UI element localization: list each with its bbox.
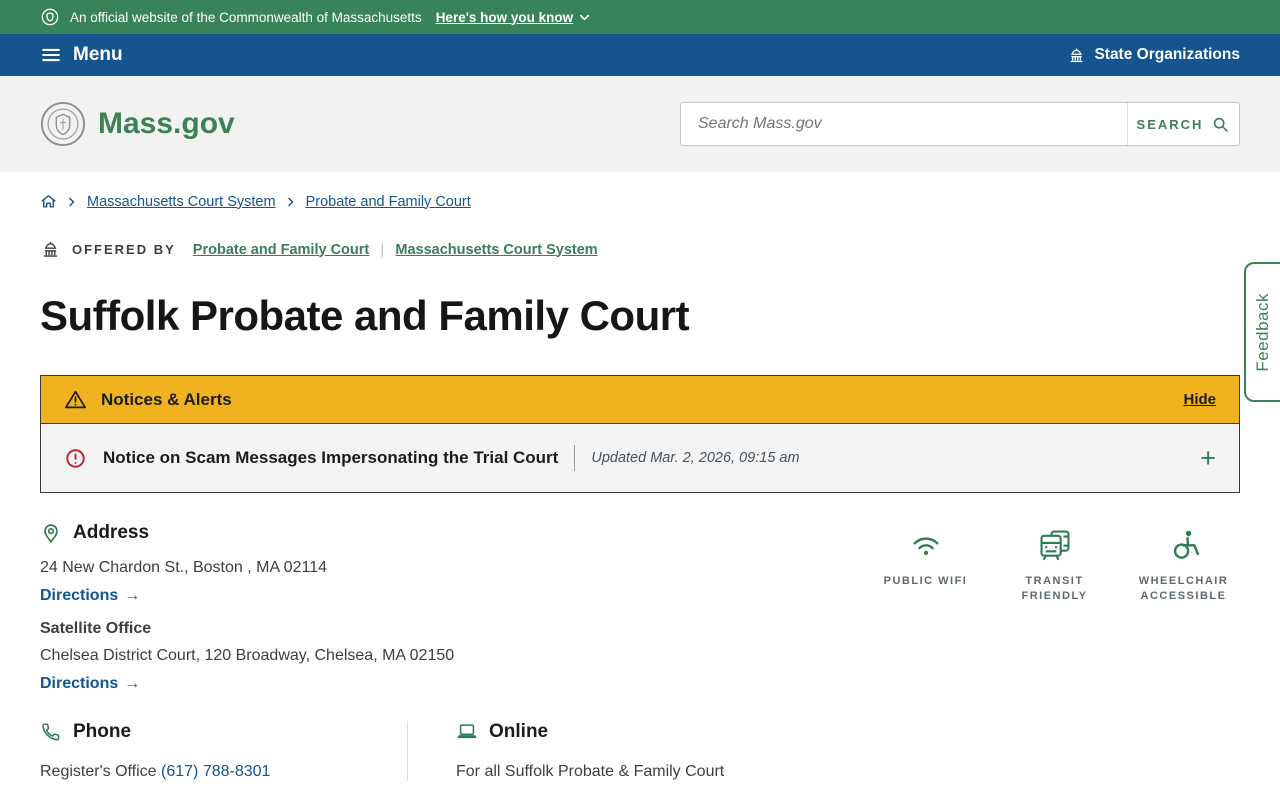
notices-alerts: Notices & Alerts Hide Notice on Scam Mes…	[40, 375, 1240, 493]
menu-button[interactable]: Menu	[40, 44, 123, 66]
amenity-transit-friendly: TRANSIT FRIENDLY	[1002, 528, 1107, 693]
offered-by-link-probate[interactable]: Probate and Family Court	[193, 242, 369, 258]
amenities: PUBLIC WIFI TRANSIT FRIENDLY WHEELCHAIR …	[873, 528, 1240, 693]
state-organizations-link[interactable]: State Organizations	[1067, 46, 1240, 65]
massgov-logo[interactable]: Mass.gov	[40, 101, 235, 147]
directions-link-satellite[interactable]: Directions →	[40, 675, 140, 693]
official-banner-text: An official website of the Commonwealth …	[70, 9, 422, 25]
official-banner: An official website of the Commonwealth …	[0, 0, 1280, 34]
phone-heading: Phone	[40, 721, 407, 743]
statehouse-icon	[1071, 48, 1083, 62]
search-bar: SEARCH	[680, 102, 1240, 146]
state-seal-icon	[40, 7, 60, 27]
offered-by-link-court-system[interactable]: Massachusetts Court System	[395, 242, 597, 258]
amenity-public-wifi: PUBLIC WIFI	[873, 528, 978, 693]
logo-text: Mass.gov	[98, 107, 235, 140]
feedback-tab-label: Feedback	[1253, 292, 1272, 372]
satellite-office-line: Chelsea District Court, 120 Broadway, Ch…	[40, 647, 455, 664]
arrow-right-icon: →	[124, 675, 141, 692]
laptop-icon	[457, 724, 477, 739]
notice-updated: Updated Mar. 2, 2026, 09:15 am	[591, 450, 800, 466]
divider: |	[380, 240, 385, 258]
divider	[574, 445, 576, 471]
warning-triangle-icon	[65, 390, 86, 409]
transit-icon	[1039, 530, 1070, 561]
breadcrumb-link-court-system[interactable]: Massachusetts Court System	[87, 194, 276, 210]
arrow-right-icon: →	[124, 587, 141, 604]
offered-by-label: OFFERED BY	[72, 242, 176, 257]
main-content: Massachusetts Court System Probate and F…	[0, 193, 1280, 781]
map-pin-icon	[44, 524, 58, 544]
address-line: 24 New Chardon St., Boston , MA 02114	[40, 559, 327, 576]
breadcrumb: Massachusetts Court System Probate and F…	[40, 193, 1240, 210]
wheelchair-icon	[1173, 530, 1199, 559]
address-heading: Address	[40, 522, 454, 544]
directions-link-main[interactable]: Directions →	[40, 587, 140, 605]
wifi-icon	[912, 537, 939, 556]
online-line: For all Suffolk Probate & Family Court	[456, 763, 725, 780]
breadcrumb-home-link[interactable]	[40, 193, 57, 210]
massgov-seal-icon	[40, 101, 86, 147]
chevron-down-icon	[580, 14, 590, 20]
amenity-label: TRANSIT FRIENDLY	[1021, 575, 1088, 603]
alert-circle-icon	[66, 448, 85, 468]
online-block: Online For all Suffolk Probate & Family …	[407, 721, 1240, 781]
notice-row[interactable]: Notice on Scam Messages Impersonating th…	[41, 424, 1239, 492]
amenity-label: PUBLIC WIFI	[883, 575, 968, 587]
hamburger-icon	[42, 48, 60, 62]
feedback-tab[interactable]: Feedback	[1244, 262, 1280, 402]
site-header: Mass.gov SEARCH	[0, 76, 1280, 172]
search-input[interactable]	[681, 103, 1127, 145]
phone-icon	[42, 723, 60, 741]
page-title: Suffolk Probate and Family Court	[40, 292, 690, 339]
phone-line: Register's Office (617) 788-8301	[40, 763, 407, 781]
phone-block: Phone Register's Office (617) 788-8301	[40, 721, 407, 781]
chevron-right-icon	[287, 197, 293, 206]
breadcrumb-link-probate-family[interactable]: Probate and Family Court	[306, 194, 471, 210]
amenity-wheelchair-accessible: WHEELCHAIR ACCESSIBLE	[1131, 528, 1236, 693]
main-nav: Menu State Organizations	[0, 34, 1280, 76]
location-section: Address 24 New Chardon St., Boston , MA …	[40, 522, 1240, 693]
notice-title: Notice on Scam Messages Impersonating th…	[103, 448, 559, 467]
heres-how-you-know-link[interactable]: Here's how you know	[436, 10, 592, 25]
address-block: Address 24 New Chardon St., Boston , MA …	[40, 522, 454, 693]
expand-notice-button[interactable]: +	[1200, 444, 1216, 472]
phone-number-link[interactable]: (617) 788-8301	[161, 763, 270, 780]
contact-section: Phone Register's Office (617) 788-8301 O…	[40, 721, 1240, 781]
phone-line-label: Register's Office	[40, 763, 157, 780]
online-heading: Online	[456, 721, 1240, 743]
amenity-label: WHEELCHAIR ACCESSIBLE	[1138, 575, 1229, 603]
alerts-title: Notices & Alerts	[101, 389, 232, 409]
statehouse-icon	[43, 241, 58, 257]
search-button[interactable]: SEARCH	[1127, 103, 1239, 145]
offered-by: OFFERED BY Probate and Family Court | Ma…	[40, 239, 1240, 260]
chevron-right-icon	[69, 197, 75, 206]
search-icon	[1214, 117, 1229, 132]
alerts-header: Notices & Alerts Hide	[41, 376, 1239, 424]
hide-alerts-link[interactable]: Hide	[1183, 391, 1216, 408]
satellite-office-title: Satellite Office	[40, 620, 152, 637]
home-icon	[41, 195, 56, 208]
